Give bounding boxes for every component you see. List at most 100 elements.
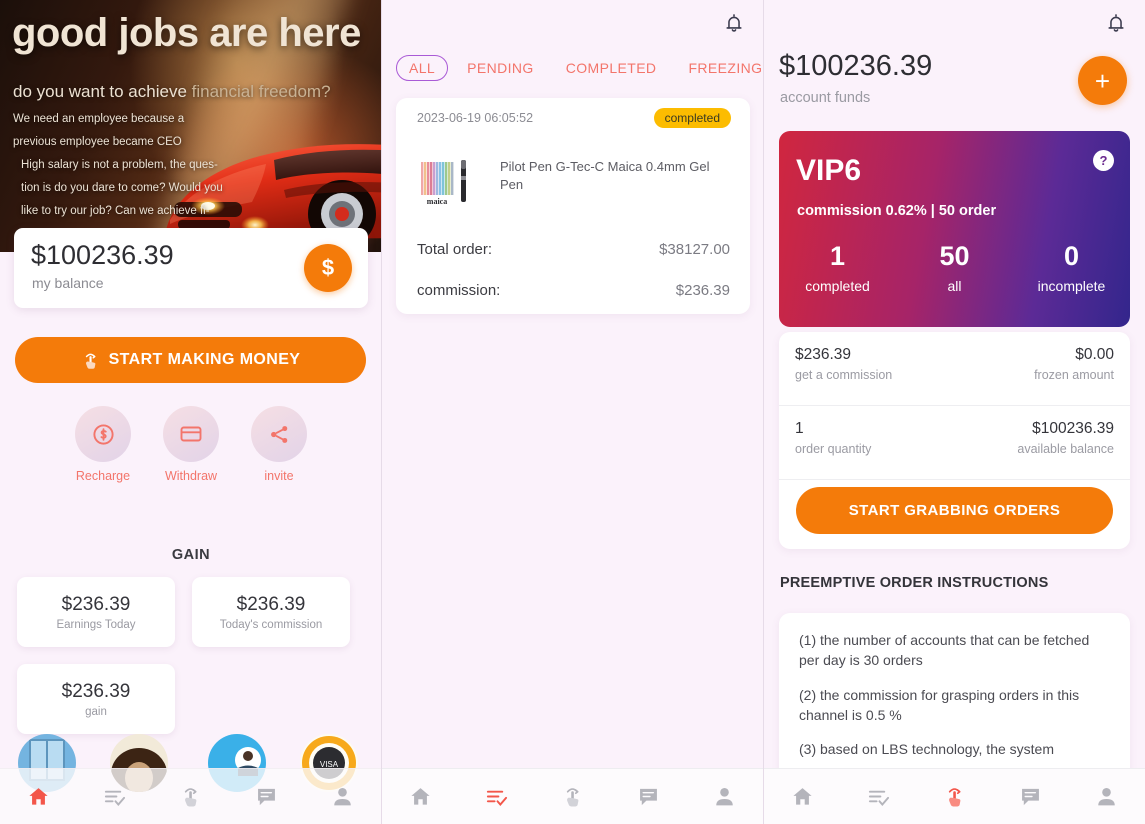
order-card[interactable]: 2023-06-19 06:05:52 completed maica Pilo… [396, 98, 750, 314]
nav-item-messages[interactable] [1007, 777, 1055, 817]
nav-item-profile[interactable] [319, 777, 367, 817]
tap-hand-icon [566, 788, 579, 807]
bottom-navigation-bar [0, 768, 381, 824]
instruction-item: (2) the commission for grasping orders i… [799, 686, 1080, 723]
stat-cell-get-commission: $236.39 get a commission [795, 346, 892, 405]
stat-label: frozen amount [1034, 368, 1114, 382]
order-list-check-icon [104, 790, 125, 807]
panel-orders: ALL PENDING COMPLETED FREEZING 2023-06-1… [382, 0, 764, 824]
instructions-title: PREEMPTIVE ORDER INSTRUCTIONS [780, 575, 1049, 591]
account-funds-label: account funds [780, 90, 871, 106]
quick-action-withdraw[interactable]: Withdraw [163, 406, 219, 483]
nav-item-orders[interactable] [90, 777, 138, 817]
vip-stat-label: completed [805, 278, 870, 295]
vip-stat-completed: 1 completed [779, 241, 896, 294]
start-making-money-button[interactable]: START MAKING MONEY [15, 337, 366, 383]
start-grabbing-orders-button[interactable]: START GRABBING ORDERS [796, 487, 1113, 534]
quick-action-recharge[interactable]: Recharge [75, 406, 131, 483]
quick-action-label: invite [264, 469, 294, 483]
quick-action-label: Recharge [75, 469, 131, 483]
vip-stat-number: 50 [939, 241, 970, 271]
nav-item-home[interactable] [14, 777, 62, 817]
tab-completed[interactable]: COMPLETED [553, 55, 670, 81]
order-filter-tabs: ALL PENDING COMPLETED FREEZING [396, 55, 763, 81]
order-total-row: Total order: $38127.00 [417, 241, 730, 258]
nav-item-home[interactable] [778, 777, 826, 817]
quick-actions-row: Recharge Withdraw invite [0, 406, 381, 483]
quick-action-invite[interactable]: invite [251, 406, 307, 483]
gain-section-title: GAIN [171, 547, 211, 563]
plus-icon[interactable]: + [1078, 56, 1127, 105]
chat-bubble-icon [1022, 788, 1040, 806]
order-list-check-icon [868, 790, 889, 807]
stat-cell-frozen-amount: $0.00 frozen amount [1034, 346, 1114, 405]
order-total-value: $38127.00 [659, 241, 730, 258]
home-icon [792, 788, 812, 805]
tab-freezing[interactable]: FREEZING [675, 55, 763, 81]
cta-label: START MAKING MONEY [108, 351, 301, 368]
nav-item-messages[interactable] [625, 777, 673, 817]
stats-row-quantity: 1 order quantity $100236.39 available ba… [779, 406, 1130, 480]
nav-item-profile[interactable] [701, 777, 749, 817]
balance-amount: $100236.39 [31, 240, 174, 270]
vip-level-title: VIP6 [796, 154, 862, 187]
quick-action-label: Withdraw [164, 469, 218, 483]
plus-symbol: + [1094, 65, 1111, 96]
quick-action-circle [163, 406, 219, 462]
product-thumbnail: maica [417, 152, 474, 210]
stat-label: order quantity [795, 442, 872, 456]
quick-action-circle [75, 406, 131, 462]
tab-pending[interactable]: PENDING [454, 55, 547, 81]
panel-grab-orders: $100236.39 account funds + VIP6 ? commis… [764, 0, 1145, 824]
nav-item-profile[interactable] [1083, 777, 1131, 817]
order-commission-value: $236.39 [675, 282, 730, 299]
stat-value: 1 [795, 420, 804, 437]
nav-item-home[interactable] [396, 777, 444, 817]
stats-row-commission: $236.39 get a commission $0.00 frozen am… [779, 332, 1130, 406]
order-total-label: Total order: [417, 241, 493, 258]
notification-bell-icon[interactable] [1105, 12, 1127, 39]
home-icon [28, 788, 48, 805]
vip-stat-number: 1 [829, 241, 846, 271]
stat-cell-order-quantity: 1 order quantity [795, 420, 871, 479]
dollar-symbol: $ [321, 255, 335, 280]
promo-body-line: High salary is not a problem, the ques- [21, 159, 218, 171]
vip-commission-info: commission 0.62% | 50 order [797, 203, 997, 219]
account-stats-card: $236.39 get a commission $0.00 frozen am… [779, 332, 1130, 549]
quick-action-circle [251, 406, 307, 462]
gain-label: Earnings Today [56, 618, 136, 631]
notification-bell-icon[interactable] [723, 12, 745, 39]
stat-cell-available-balance: $100236.39 available balance [1017, 420, 1114, 479]
gain-card: $236.39 Today's commission [192, 577, 350, 647]
gain-card: $236.39 Earnings Today [17, 577, 175, 647]
stat-value: $100236.39 [1032, 420, 1114, 437]
nav-item-orders[interactable] [854, 777, 902, 817]
order-commission-label: commission: [417, 282, 501, 299]
nav-item-grab[interactable] [548, 777, 596, 817]
stat-label: available balance [1017, 442, 1114, 456]
promo-banner: good jobs are here do you want to achiev… [0, 0, 381, 252]
chat-bubble-icon [258, 788, 276, 806]
person-icon [334, 787, 352, 806]
status-badge: completed [653, 108, 731, 128]
vip-stat-number: 0 [1063, 241, 1080, 271]
vip-stat-label: all [947, 278, 962, 295]
gain-card: $236.39 gain [17, 664, 175, 734]
order-date: 2023-06-19 06:05:52 [417, 111, 534, 125]
dollar-icon[interactable]: $ [304, 244, 352, 292]
nav-item-messages[interactable] [243, 777, 291, 817]
share-icon [270, 425, 287, 443]
person-icon [1098, 787, 1116, 806]
stat-label: get a commission [795, 368, 893, 382]
balance-label: my balance [32, 275, 104, 291]
nav-item-grab[interactable] [930, 777, 978, 817]
tab-all[interactable]: ALL [396, 55, 449, 81]
help-icon[interactable]: ? [1093, 150, 1114, 171]
nav-item-orders[interactable] [472, 777, 520, 817]
dollar-coin-icon [92, 423, 114, 445]
nav-item-grab[interactable] [166, 777, 214, 817]
instruction-item: (1) the number of accounts that can be f… [799, 632, 1090, 669]
credit-card-icon [180, 426, 202, 442]
vip-level-card: VIP6 ? commission 0.62% | 50 order 1 com… [779, 131, 1130, 327]
instructions-card: (1) the number of accounts that can be f… [779, 613, 1130, 785]
